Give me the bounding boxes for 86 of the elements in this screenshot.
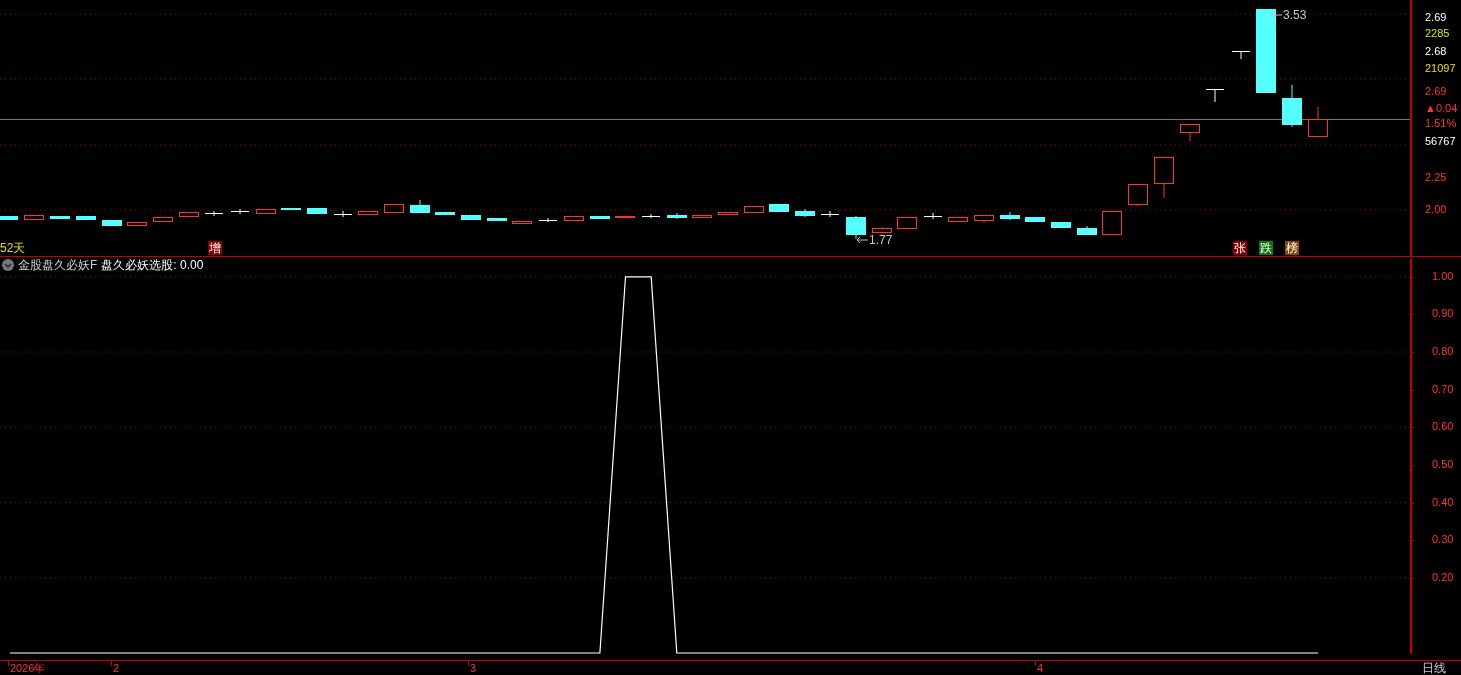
candlestick [846,215,866,240]
candlestick [1205,88,1225,103]
candlestick [538,217,558,223]
axis-label: 2.25 [1425,171,1447,184]
marker-badge: 榜 [1285,241,1299,255]
candlestick [590,215,610,219]
axis-label: 0.60 [1432,420,1454,434]
axis-label: 0.50 [1432,457,1454,471]
candlestick [153,216,173,222]
axis-label: 1.00 [1432,269,1454,283]
candlestick [1077,225,1097,236]
candlestick [1000,211,1020,221]
candlestick [769,203,789,212]
price-marker: 1.77 [869,233,893,247]
candlestick [179,211,199,217]
axis-label: 0.90 [1432,307,1454,321]
candlestick [1231,50,1251,60]
axis-label: 56767 [1425,135,1456,148]
axis-label: 2.69 [1425,11,1447,24]
candlestick [410,199,430,214]
candlestick [204,210,224,217]
axis-label: 2285 [1425,27,1450,40]
candlestick [127,221,147,226]
candlestick [1308,106,1328,137]
candlestick [795,208,815,218]
candlestick [820,210,840,218]
candlestick [384,203,404,213]
axis-label: 1.51% [1425,117,1457,130]
axis-label: 0.20 [1432,570,1454,584]
marker-badge: 跌 [1259,241,1273,255]
candlestick [564,215,584,221]
candlestick [718,211,738,215]
candlestick [461,214,481,220]
candlestick [512,220,532,224]
indicator-name: 金股盘久必妖F [18,258,98,272]
axis-label: 2.00 [1425,203,1447,216]
indicator-reading: 盘久必妖选股: 0.00 [101,258,204,272]
candlestick [641,213,661,219]
candlestick [897,216,917,229]
candlestick [435,211,455,215]
time-label: 4 [1037,662,1044,675]
candlestick [50,215,70,219]
candlestick [1282,84,1302,128]
arrow-icon [1270,11,1282,19]
candlestick [1051,221,1071,228]
marker-badge: 张 [1233,241,1247,255]
axis-label: 0.30 [1432,533,1454,547]
candlestick [24,214,44,220]
price-marker: 3.53 [1283,8,1307,22]
axis-label: 0.80 [1432,345,1454,359]
period-label: 52天 [0,241,26,255]
candlestick [1154,156,1174,199]
dropdown-icon[interactable] [2,259,14,271]
candlestick [1102,210,1122,235]
time-label: 2 [113,662,120,675]
candlestick [1128,183,1148,207]
candlestick [102,219,122,226]
candlestick [615,215,635,218]
axis-label: 2.69 [1425,85,1447,98]
candlestick [307,207,327,214]
candlestick [281,207,301,210]
candlestick [1025,216,1045,222]
candlestick [487,217,507,221]
candlestick [1180,123,1200,142]
axis-label: 21097 [1425,62,1456,75]
candlestick [744,205,764,213]
candlestick [692,214,712,218]
time-label: 3 [470,662,477,675]
candlestick [872,226,892,235]
period-label: 日线 [1422,661,1446,675]
candlestick [974,214,994,224]
candlestick [923,212,943,220]
candlestick [948,216,968,222]
candlestick [76,215,96,220]
candlestick [230,208,250,215]
candlestick [333,210,353,218]
marker-badge: 增 [208,241,222,255]
arrow-icon [856,236,868,244]
axis-label: 2.68 [1425,45,1447,58]
candlestick [0,215,18,220]
candlestick [358,210,378,215]
time-label: 2026年 [10,662,46,675]
candlestick [256,208,276,214]
axis-label: 0.70 [1432,382,1454,396]
axis-label: 0.40 [1432,495,1454,509]
axis-label: ▲0.04 [1425,102,1458,115]
